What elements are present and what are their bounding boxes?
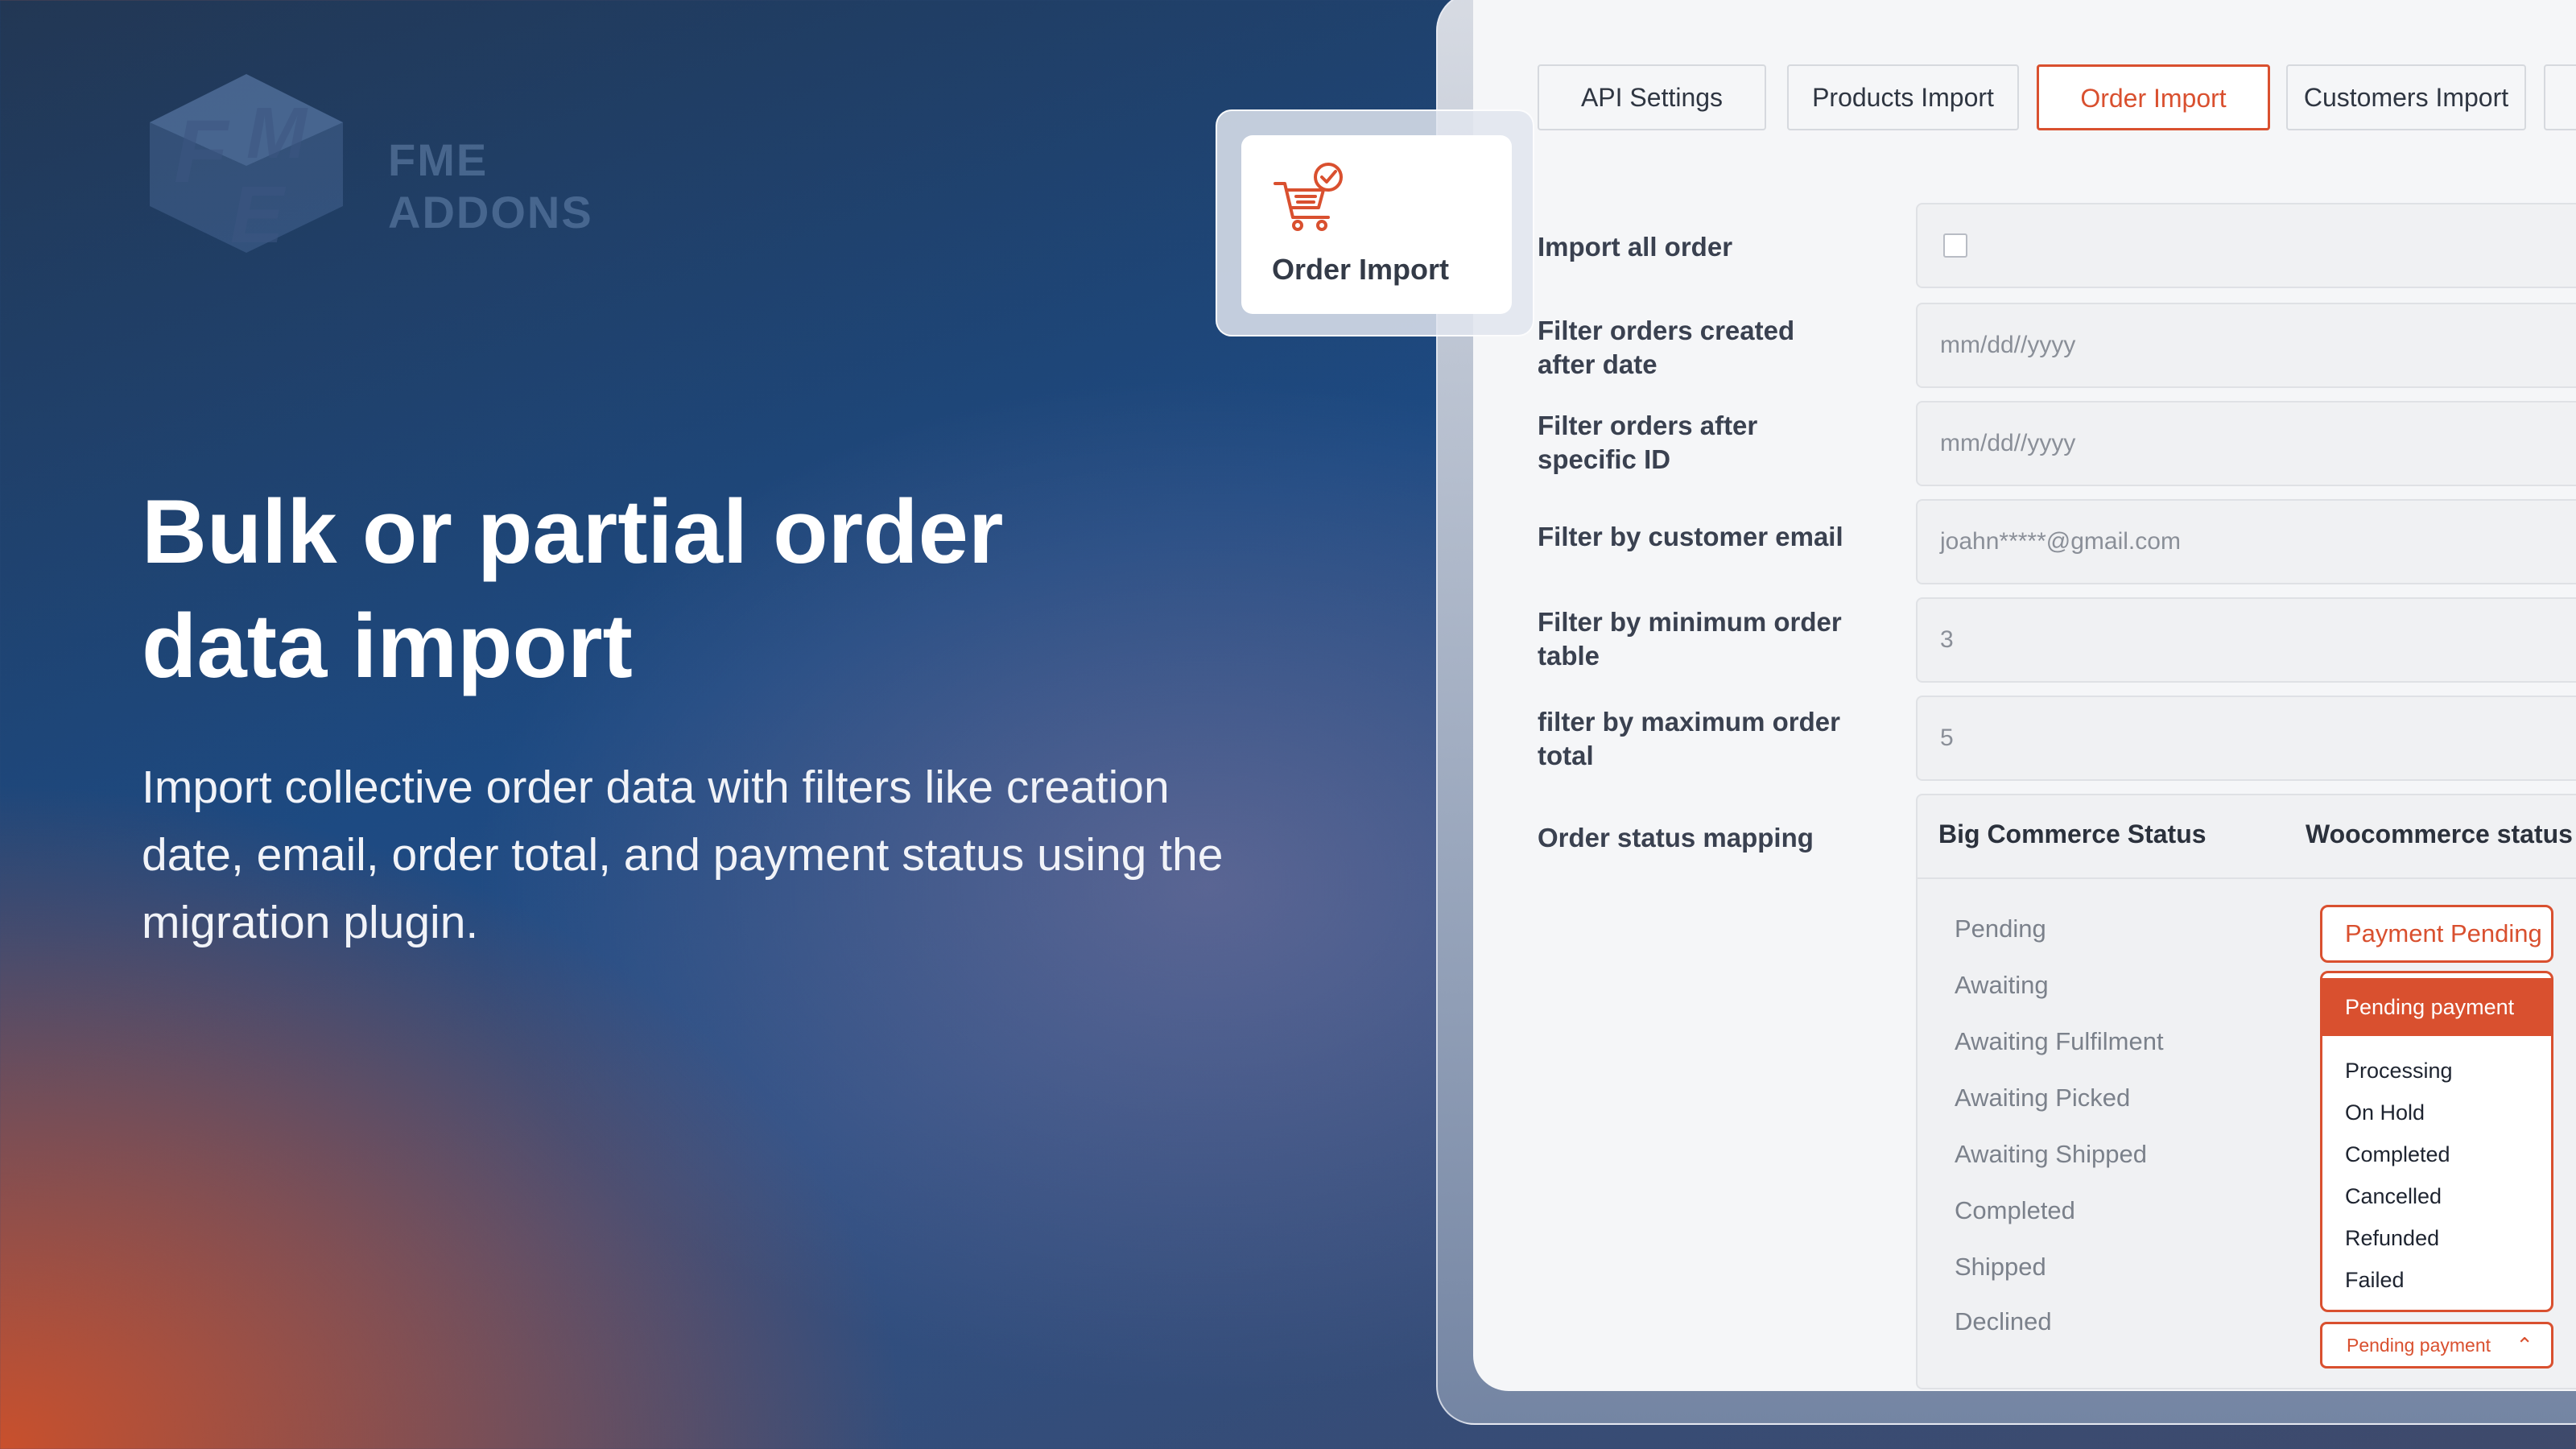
hero-subtitle-line: migration plugin. bbox=[142, 897, 479, 948]
hero-title: Bulk or partial order data import bbox=[142, 475, 1188, 704]
bigcommerce-status-header: Big Commerce Status bbox=[1938, 819, 2207, 848]
mapping-header: Big Commerce Status Woocommerce status bbox=[1918, 795, 2576, 879]
hero-title-line: data import bbox=[142, 596, 633, 696]
import-all-field bbox=[1916, 203, 2576, 288]
tab-customers-import[interactable]: Customers Import bbox=[2286, 64, 2526, 130]
hero-subtitle: Import collective order data with filter… bbox=[142, 753, 1333, 956]
brand-name: FME ADDONS bbox=[388, 134, 593, 237]
cart-check-icon bbox=[1274, 163, 1343, 231]
app-window: API Settings Products Import Order Impor… bbox=[1473, 0, 2576, 1391]
created-after-label: Filter orders created after date bbox=[1538, 316, 1795, 379]
min-order-input[interactable]: 3 bbox=[1916, 597, 2576, 683]
dropdown-option[interactable]: On Hold bbox=[2345, 1100, 2425, 1125]
bigcommerce-status-item: Pending bbox=[1955, 914, 2046, 943]
order-import-highlight: Order Import bbox=[1216, 109, 1534, 336]
max-order-label: filter by maximum order total bbox=[1538, 707, 1840, 770]
dropdown-option[interactable]: Failed bbox=[2345, 1268, 2405, 1293]
chevron-up-icon: ⌃ bbox=[2516, 1333, 2533, 1357]
tab-overflow[interactable] bbox=[2544, 64, 2576, 130]
bigcommerce-status-item: Declined bbox=[1955, 1307, 2052, 1335]
order-import-card-label: Order Import bbox=[1272, 253, 1450, 286]
woocommerce-status-select-declined[interactable]: Pending payment ⌃ bbox=[2320, 1322, 2553, 1368]
woocommerce-status-dropdown: Pending payment Processing On Hold Compl… bbox=[2320, 971, 2553, 1312]
woocommerce-status-select[interactable]: Payment Pending bbox=[2320, 905, 2553, 963]
svg-text:E: E bbox=[230, 170, 287, 254]
min-order-label: Filter by minimum order table bbox=[1538, 607, 1842, 671]
woocommerce-status-header: Woocommerce status bbox=[2306, 819, 2573, 848]
select-value: Pending payment bbox=[2347, 1335, 2491, 1356]
dropdown-option[interactable]: Refunded bbox=[2345, 1226, 2439, 1251]
bigcommerce-status-item: Awaiting Picked bbox=[1955, 1084, 2131, 1112]
hero-subtitle-line: Import collective order data with filter… bbox=[142, 762, 1170, 813]
created-after-date-input[interactable]: mm/dd//yyyy bbox=[1916, 303, 2576, 388]
customer-email-label: Filter by customer email bbox=[1538, 522, 1843, 551]
svg-text:M: M bbox=[246, 93, 308, 174]
order-import-card: Order Import bbox=[1241, 135, 1512, 314]
bigcommerce-status-item: Awaiting Shipped bbox=[1955, 1140, 2147, 1168]
bigcommerce-status-item: Completed bbox=[1955, 1196, 2075, 1224]
hero-subtitle-line: date, email, order total, and payment st… bbox=[142, 829, 1224, 881]
svg-text:F: F bbox=[174, 102, 230, 201]
hero-title-line: Bulk or partial order bbox=[142, 481, 1004, 582]
dropdown-option[interactable]: Completed bbox=[2345, 1142, 2450, 1167]
import-all-checkbox[interactable] bbox=[1943, 233, 1967, 258]
status-mapping-panel: Big Commerce Status Woocommerce status P… bbox=[1916, 794, 2576, 1389]
dropdown-option[interactable]: Processing bbox=[2345, 1059, 2453, 1084]
customer-email-input[interactable]: joahn*****@gmail.com bbox=[1916, 499, 2576, 584]
bigcommerce-status-item: Awaiting Fulfilment bbox=[1955, 1027, 2164, 1055]
after-id-label: Filter orders after specific ID bbox=[1538, 411, 1758, 474]
fme-cube-logo-icon: F M E bbox=[150, 74, 343, 254]
status-mapping-label: Order status mapping bbox=[1538, 823, 1814, 852]
dropdown-option-selected[interactable]: Pending payment bbox=[2322, 978, 2551, 1036]
tab-api-settings[interactable]: API Settings bbox=[1538, 64, 1766, 130]
after-id-input[interactable]: mm/dd//yyyy bbox=[1916, 401, 2576, 486]
brand-logo: F M E FME ADDONS bbox=[142, 69, 705, 254]
bigcommerce-status-item: Awaiting bbox=[1955, 971, 2049, 999]
tab-products-import[interactable]: Products Import bbox=[1787, 64, 2019, 130]
max-order-input[interactable]: 5 bbox=[1916, 696, 2576, 781]
dropdown-option[interactable]: Cancelled bbox=[2345, 1184, 2442, 1209]
import-all-label: Import all order bbox=[1538, 232, 1733, 262]
tab-order-import[interactable]: Order Import bbox=[2037, 64, 2270, 130]
bigcommerce-status-item: Shipped bbox=[1955, 1253, 2046, 1281]
